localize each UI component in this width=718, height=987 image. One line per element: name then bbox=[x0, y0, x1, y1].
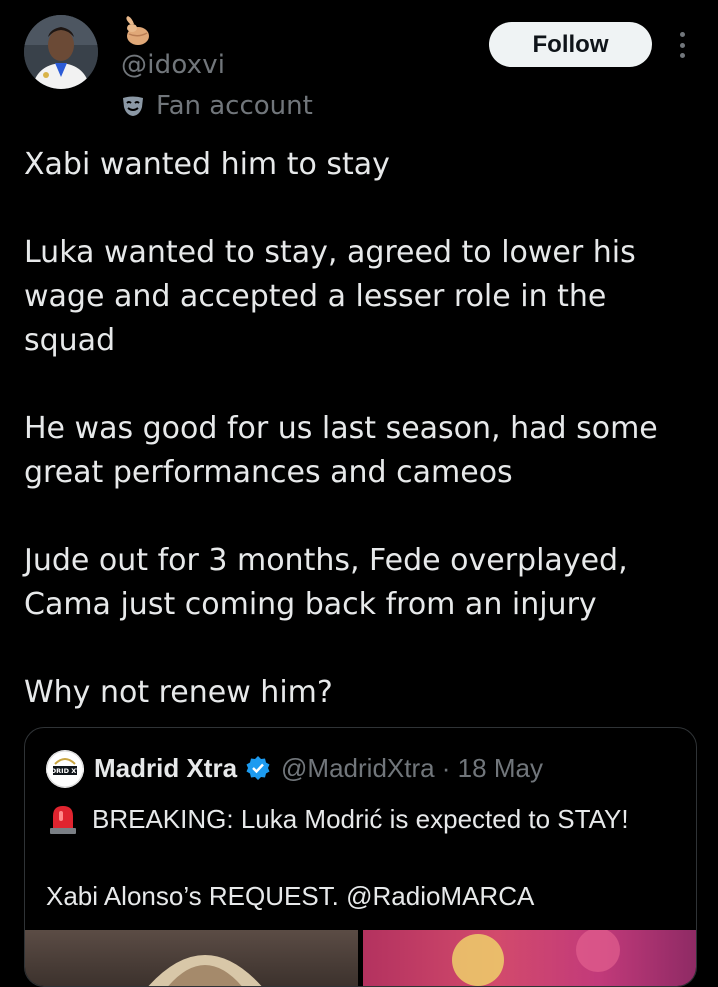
quoted-author-name[interactable]: Madrid Xtra bbox=[94, 753, 237, 784]
fan-account-badge: Fan account bbox=[120, 89, 313, 123]
mask-icon bbox=[123, 96, 143, 116]
quoted-media-image[interactable] bbox=[25, 930, 358, 986]
tweet-line: Jude out for 3 months, Fede overplayed, bbox=[24, 543, 628, 578]
quoted-breaking-text: BREAKING: Luka Modrić is expected to STA… bbox=[92, 803, 629, 834]
madrid-xtra-logo[interactable]: MADRID XTRA bbox=[46, 750, 84, 788]
author-handle[interactable]: @idoxvi bbox=[121, 50, 225, 80]
more-dot bbox=[679, 32, 685, 37]
tweet-line: great performances and cameos bbox=[24, 455, 513, 490]
avatar-photo bbox=[24, 15, 98, 89]
author-avatar[interactable] bbox=[24, 15, 98, 89]
verified-badge-icon bbox=[246, 756, 270, 780]
badge-label: Fan account bbox=[156, 91, 313, 121]
quoted-header: Madrid Xtra @MadridXtra · 18 May bbox=[94, 748, 543, 788]
quoted-tweet[interactable]: MADRID XTRA Madrid Xtra @MadridXtra · 18… bbox=[24, 727, 697, 987]
tweet-line: Luka wanted to stay, agreed to lower his bbox=[24, 235, 636, 270]
quoted-handle-date: @MadridXtra · 18 May bbox=[281, 752, 543, 783]
tweet-line: He was good for us last season, had some bbox=[24, 411, 658, 446]
quoted-text-line: Xabi Alonso’s REQUEST. @RadioMARCA bbox=[46, 876, 534, 916]
tweet-line: Why not renew him? bbox=[24, 675, 333, 710]
more-dot bbox=[679, 42, 685, 48]
tweet-line: Cama just coming back from an injury bbox=[24, 587, 597, 622]
quoted-text-line: BREAKING: Luka Modrić is expected to STA… bbox=[46, 799, 629, 839]
svg-text:MADRID XTRA: MADRID XTRA bbox=[46, 767, 84, 775]
tweet-line: Xabi wanted him to stay bbox=[24, 147, 390, 182]
tweet-line: squad bbox=[24, 323, 116, 358]
quoted-request-text: Xabi Alonso’s REQUEST. @RadioMARCA bbox=[46, 880, 535, 911]
quoted-media-image[interactable] bbox=[363, 930, 696, 986]
tweet-line: wage and accepted a lesser role in the bbox=[24, 279, 607, 314]
follow-button[interactable]: Follow bbox=[489, 22, 652, 67]
pointing-hand-emoji-icon bbox=[120, 14, 154, 48]
more-vertical-icon[interactable] bbox=[670, 28, 694, 62]
more-dot bbox=[679, 53, 685, 58]
siren-emoji-icon bbox=[50, 806, 76, 834]
